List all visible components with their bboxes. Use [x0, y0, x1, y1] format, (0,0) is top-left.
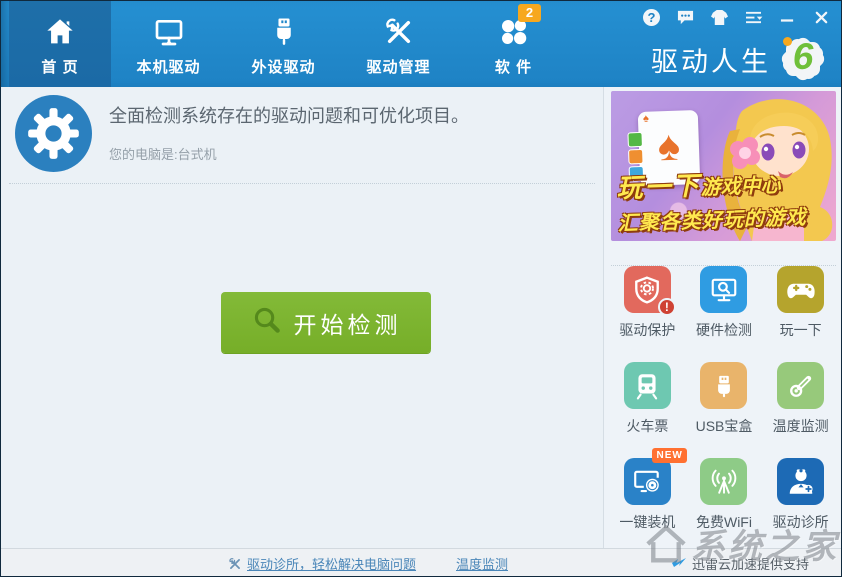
tab-label: 本机驱动 — [136, 56, 200, 77]
game-center-banner[interactable]: ♠ ♠ 玩一下游戏中心 汇聚各类好玩的游戏 — [611, 91, 836, 241]
train-icon — [624, 362, 671, 409]
alert-badge: ! — [658, 298, 676, 316]
minimize-icon[interactable] — [778, 8, 797, 27]
app-temperature-monitor[interactable]: 温度监测 — [762, 362, 839, 436]
monitor-disc-icon: NEW — [624, 458, 671, 505]
doctor-icon — [777, 458, 824, 505]
tab-label: 首 页 — [41, 56, 78, 77]
tab-label: 驱动管理 — [366, 56, 430, 77]
home-icon — [43, 14, 77, 50]
software-count-badge: 2 — [518, 4, 541, 22]
app-one-key-install[interactable]: NEW 一键装机 — [609, 458, 686, 532]
computer-type-text: 您的电脑是:台式机 — [109, 144, 217, 163]
wrench-link-icon — [228, 557, 242, 571]
detection-title: 全面检测系统存在的驱动问题和可优化项目。 — [109, 102, 469, 128]
window-controls: ? — [642, 8, 831, 27]
app-hardware-check[interactable]: 硬件检测 — [686, 266, 763, 340]
cloud-support-text: 迅雷云加速提供支持 — [671, 549, 809, 577]
status-bar: 驱动诊所，轻松解决电脑问题 温度监测 迅雷云加速提供支持 — [1, 548, 842, 577]
app-logo: 驱动人生 6 — [651, 33, 829, 85]
driver-clinic-link[interactable]: 驱动诊所，轻松解决电脑问题 — [228, 549, 416, 577]
temperature-monitor-link[interactable]: 温度监测 — [456, 549, 508, 577]
gear-icon — [15, 95, 92, 177]
gamepad-icon — [777, 266, 824, 313]
tab-label: 软 件 — [495, 56, 532, 77]
detection-info: 全面检测系统存在的驱动问题和可优化项目。 您的电脑是:台式机 — [9, 87, 595, 184]
start-scan-button[interactable]: 开始检测 — [221, 292, 431, 353]
main-panel: 全面检测系统存在的驱动问题和可优化项目。 您的电脑是:台式机 开始检测 — [1, 87, 603, 548]
banner-text: 玩一下游戏中心 汇聚各类好玩的游戏 — [616, 162, 807, 237]
tab-local-drivers[interactable]: 本机驱动 — [111, 1, 226, 87]
app-driver-protection[interactable]: ! 驱动保护 — [609, 266, 686, 340]
app-play-games[interactable]: 玩一下 — [762, 266, 839, 340]
usb-plug-icon — [269, 14, 299, 50]
search-icon — [251, 304, 282, 341]
version-number: 6 — [777, 36, 829, 78]
app-train-tickets[interactable]: 火车票 — [609, 362, 686, 436]
new-badge: NEW — [652, 448, 686, 463]
app-window: 首 页 本机驱动 — [0, 0, 842, 577]
tab-software[interactable]: 软 件 2 — [456, 1, 571, 87]
menu-icon[interactable] — [744, 8, 763, 27]
app-free-wifi[interactable]: 免费WiFi — [686, 458, 763, 532]
app-grid: ! 驱动保护 硬件检测 — [609, 254, 839, 532]
thunder-icon — [671, 557, 687, 570]
sidebar: ♠ ♠ 玩一下游戏中心 汇聚各类好玩的游戏 ! — [603, 87, 842, 548]
tab-peripheral-drivers[interactable]: 外设驱动 — [226, 1, 341, 87]
tab-label: 外设驱动 — [251, 56, 315, 77]
wifi-icon — [700, 458, 747, 505]
close-icon[interactable] — [812, 8, 831, 27]
usb-box-icon — [700, 362, 747, 409]
feedback-icon[interactable] — [676, 8, 695, 27]
tab-home[interactable]: 首 页 — [9, 1, 111, 87]
help-icon[interactable]: ? — [642, 8, 661, 27]
start-scan-label: 开始检测 — [294, 306, 402, 340]
gear-version-icon: 6 — [777, 33, 829, 85]
app-usb-box[interactable]: USB宝盒 — [686, 362, 763, 436]
tab-driver-management[interactable]: 驱动管理 — [341, 1, 456, 87]
tools-icon — [383, 14, 415, 50]
logo-text: 驱动人生 — [651, 40, 771, 79]
skin-icon[interactable] — [710, 8, 729, 27]
main-nav: 首 页 本机驱动 — [9, 1, 571, 87]
shield-gear-icon: ! — [624, 266, 671, 313]
monitor-scan-icon — [700, 266, 747, 313]
header-bar: 首 页 本机驱动 — [1, 1, 842, 87]
monitor-icon — [152, 14, 186, 50]
app-driver-clinic[interactable]: 驱动诊所 — [762, 458, 839, 532]
thermometer-icon — [777, 362, 824, 409]
